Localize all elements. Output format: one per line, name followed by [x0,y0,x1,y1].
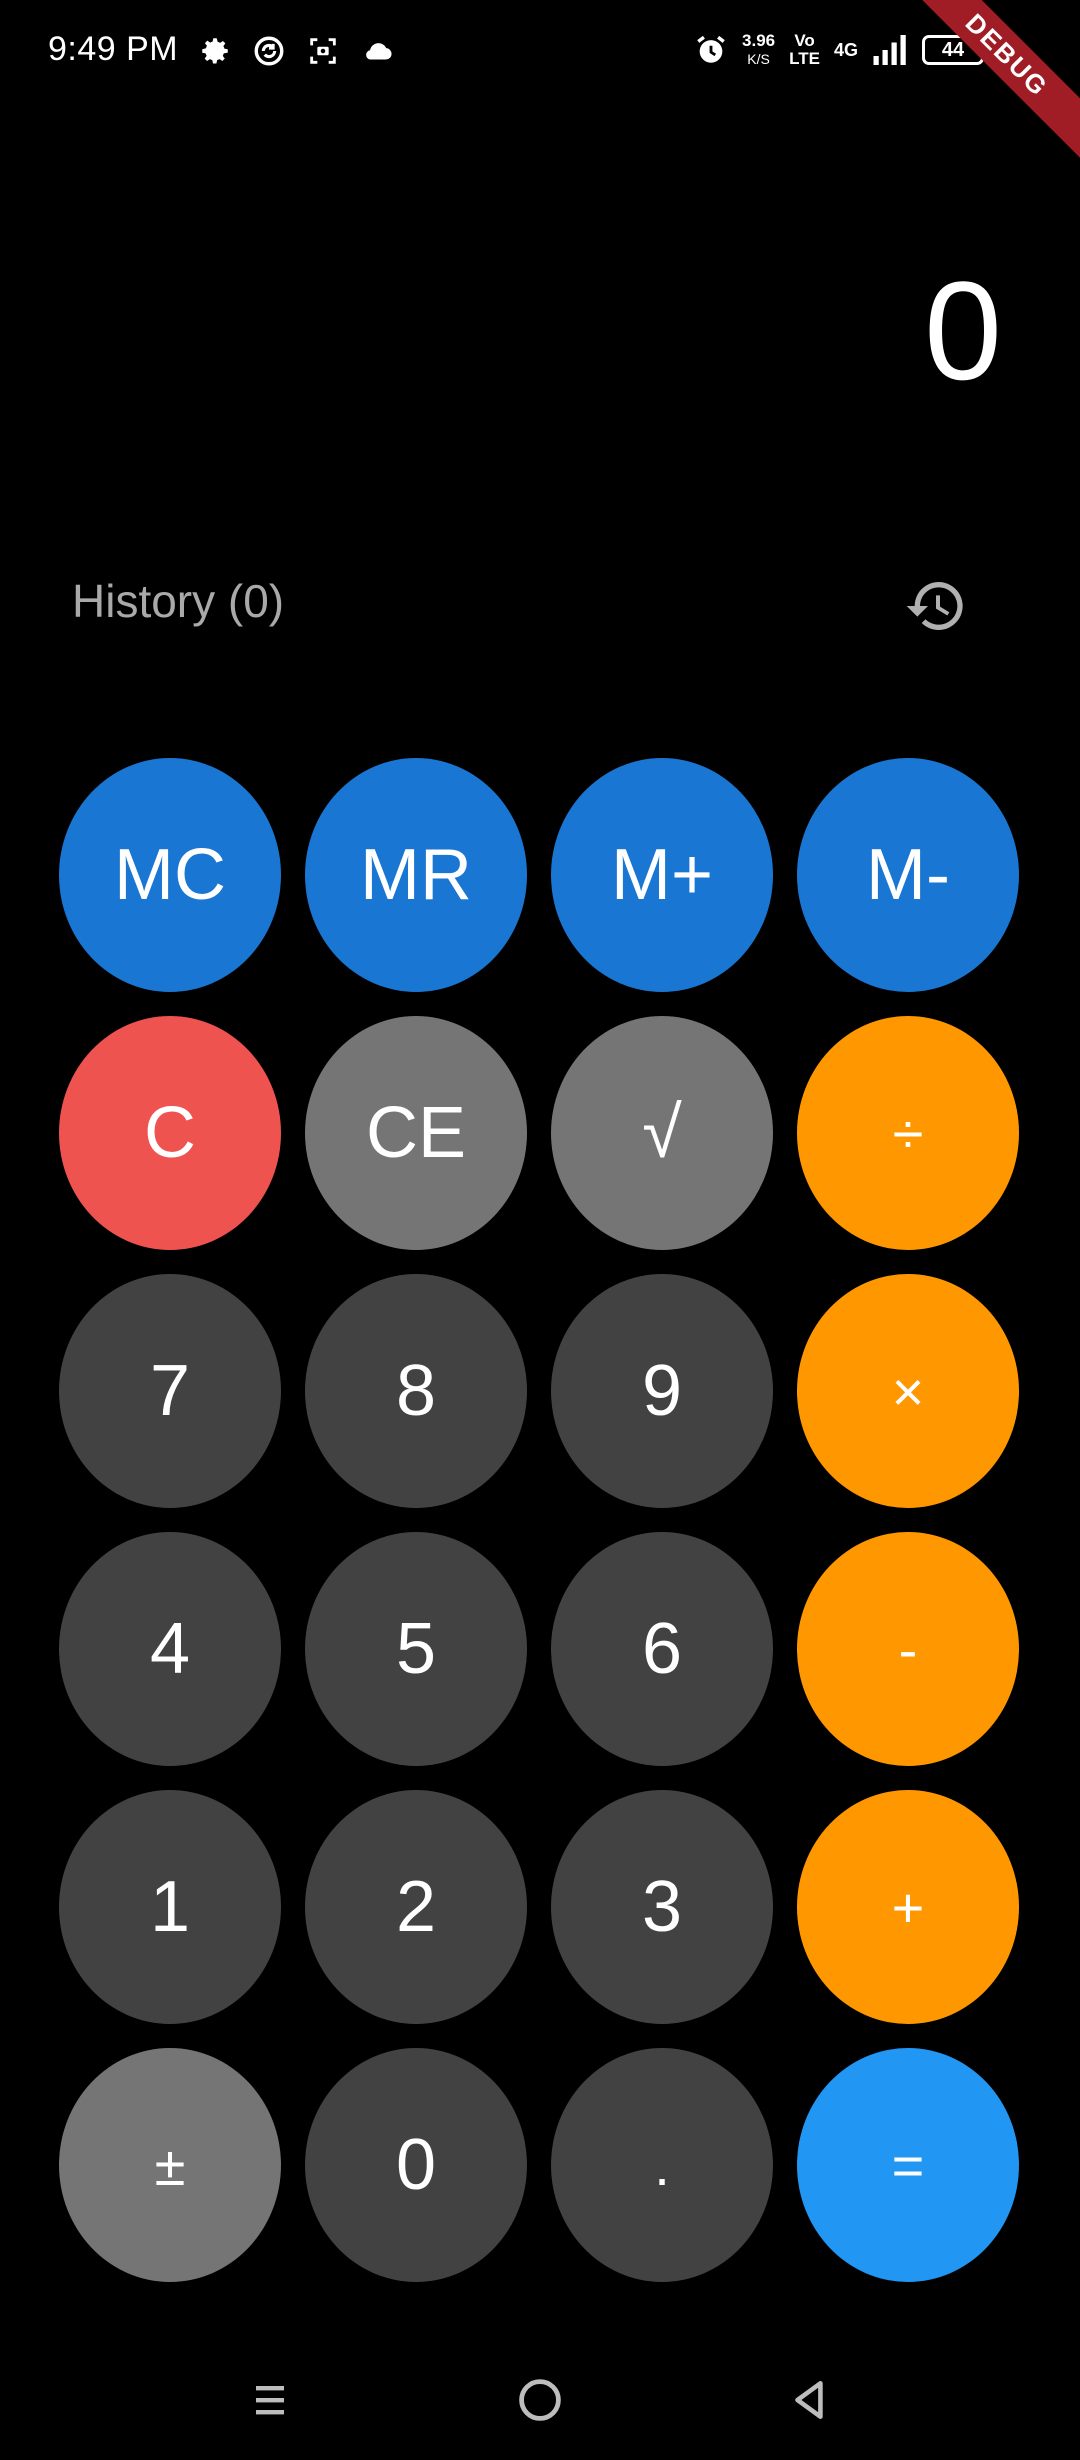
subtract-button[interactable]: - [797,1532,1019,1766]
digit-9-button[interactable]: 9 [551,1274,773,1508]
back-button[interactable] [770,2360,850,2440]
volte-indicator: Vo LTE [789,32,820,68]
recent-apps-button[interactable] [230,2360,310,2440]
alarm-icon [697,35,725,63]
sync-icon [254,36,284,66]
calculator-display: 0 [924,252,1002,409]
memory-clear-button[interactable]: MC [59,758,281,992]
screenshot-icon [310,38,336,64]
memory-recall-button[interactable]: MR [305,758,527,992]
net-speed-value: 3.96 [742,31,776,50]
add-button[interactable]: + [797,1790,1019,2024]
digit-5-button[interactable]: 5 [305,1532,527,1766]
history-icon [906,582,963,630]
cloud-icon [366,43,392,60]
digit-7-button[interactable]: 7 [59,1274,281,1508]
equals-button[interactable]: = [797,2048,1019,2282]
square-root-button[interactable]: √ [551,1016,773,1250]
home-button[interactable] [500,2360,580,2440]
digit-1-button[interactable]: 1 [59,1790,281,2024]
volte-bottom: LTE [789,49,820,68]
clear-entry-button[interactable]: CE [305,1016,527,1250]
history-button[interactable] [900,570,972,642]
menu-icon [256,2386,284,2415]
navigation-bar [0,2340,1080,2460]
digit-3-button[interactable]: 3 [551,1790,773,2024]
signal-icon [873,35,906,65]
digit-4-button[interactable]: 4 [59,1532,281,1766]
network-type: 4G [833,40,858,60]
multiply-button[interactable]: × [797,1274,1019,1508]
net-speed-unit: K/S [747,51,770,67]
sign-toggle-button[interactable]: ± [59,2048,281,2282]
divide-button[interactable]: ÷ [797,1016,1019,1250]
clear-button[interactable]: C [59,1016,281,1250]
home-icon [519,2379,561,2421]
net-speed: 3.96 K/S [742,32,775,68]
digit-0-button[interactable]: 0 [305,2048,527,2282]
decimal-button[interactable]: . [551,2048,773,2282]
digit-2-button[interactable]: 2 [305,1790,527,2024]
memory-subtract-button[interactable]: M- [797,758,1019,992]
digit-8-button[interactable]: 8 [305,1274,527,1508]
memory-add-button[interactable]: M+ [551,758,773,992]
status-bar: 9:49 PM 3.96 K/S Vo LTE 4G 44 [0,0,1080,110]
history-label[interactable]: History (0) [72,574,284,628]
digit-6-button[interactable]: 6 [551,1532,773,1766]
status-time: 9:49 PM [48,30,179,68]
volte-top: Vo [794,31,815,50]
gear-icon [202,38,228,64]
back-icon [795,2381,823,2419]
battery-level: 44 [941,38,965,61]
status-left-icons [198,34,394,68]
